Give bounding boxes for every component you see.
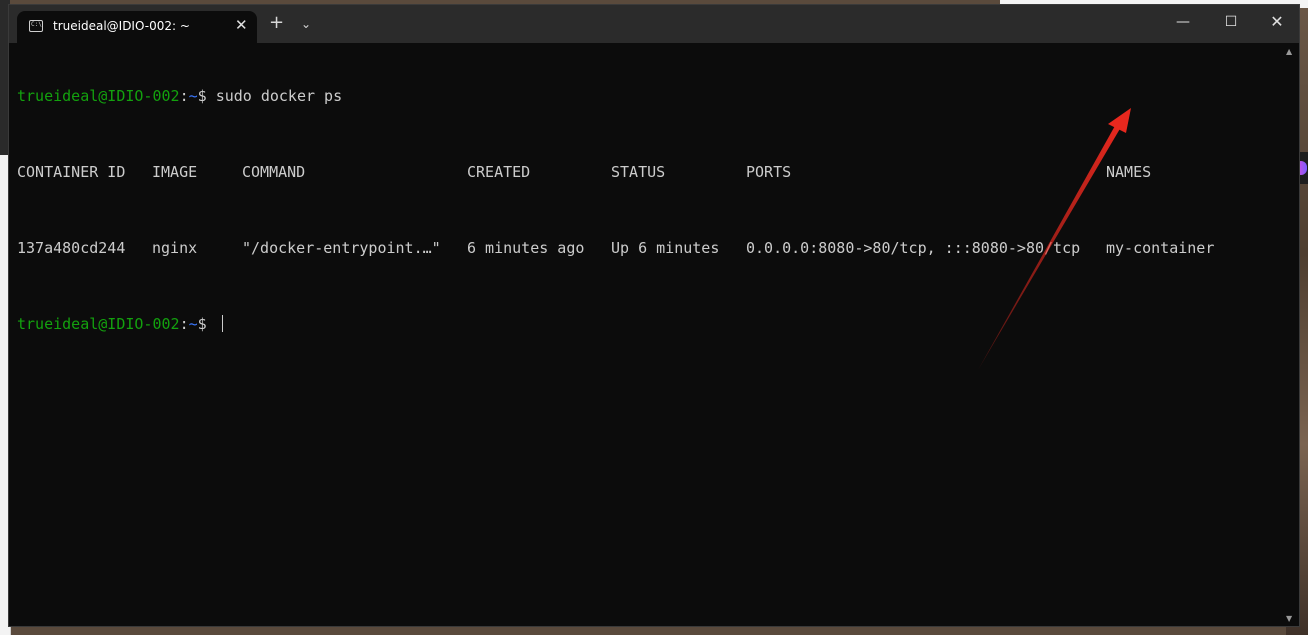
cell-image: nginx xyxy=(152,239,198,257)
close-tab-icon[interactable]: ✕ xyxy=(235,16,248,34)
cell-ports: 0.0.0.0:8080->80/tcp, :::8080->80/tcp xyxy=(746,239,1081,257)
cell-names: my-container xyxy=(1106,239,1215,257)
current-prompt-line[interactable]: trueideal@IDIO-002:~$ xyxy=(17,315,1277,334)
new-tab-button[interactable]: + xyxy=(269,13,284,33)
scrollbar[interactable]: ▲ ▼ xyxy=(1285,45,1295,625)
terminal-output[interactable]: trueideal@IDIO-002:~$ sudo docker ps CON… xyxy=(17,49,1277,372)
terminal-window: trueideal@IDIO-002: ~ ✕ + ⌄ — ☐ ✕ trueid… xyxy=(8,4,1300,627)
cell-container-id: 137a480cd244 xyxy=(17,239,126,257)
table-header: CONTAINER ID IMAGE COMMAND CREATED STATU… xyxy=(17,163,1277,182)
cell-status: Up 6 minutes xyxy=(611,239,720,257)
tab-title: trueideal@IDIO-002: ~ xyxy=(53,19,190,33)
header-created: CREATED xyxy=(467,163,531,181)
header-image: IMAGE xyxy=(152,163,198,181)
prompt-separator: : xyxy=(179,315,189,333)
prompt-path: ~ xyxy=(188,315,198,333)
terminal-icon xyxy=(29,20,43,32)
cell-command: "/docker-entrypoint.…" xyxy=(242,239,441,257)
header-names: NAMES xyxy=(1106,163,1152,181)
header-container-id: CONTAINER ID xyxy=(17,163,126,181)
scroll-down-icon[interactable]: ▼ xyxy=(1286,614,1292,623)
maximize-button[interactable]: ☐ xyxy=(1221,13,1241,31)
prompt-user: trueideal@IDIO-002 xyxy=(17,315,180,333)
prompt-symbol: $ xyxy=(197,315,216,333)
prompt-path: ~ xyxy=(188,87,198,105)
command-text: sudo docker ps xyxy=(215,87,343,105)
cell-created: 6 minutes ago xyxy=(467,239,585,257)
prompt-separator: : xyxy=(179,87,189,105)
chevron-down-icon[interactable]: ⌄ xyxy=(301,15,311,33)
header-status: STATUS xyxy=(611,163,666,181)
command-line: trueideal@IDIO-002:~$ sudo docker ps xyxy=(17,87,1277,106)
tab-terminal[interactable]: trueideal@IDIO-002: ~ ✕ xyxy=(17,11,257,43)
scroll-up-icon[interactable]: ▲ xyxy=(1286,47,1292,56)
header-command: COMMAND xyxy=(242,163,306,181)
prompt-symbol: $ xyxy=(197,87,216,105)
title-bar: trueideal@IDIO-002: ~ ✕ + ⌄ — ☐ ✕ xyxy=(9,5,1299,43)
prompt-user: trueideal@IDIO-002 xyxy=(17,87,180,105)
header-ports: PORTS xyxy=(746,163,792,181)
table-row: 137a480cd244 nginx "/docker-entrypoint.…… xyxy=(17,239,1277,258)
text-cursor xyxy=(221,315,223,332)
minimize-button[interactable]: — xyxy=(1173,13,1193,31)
close-button[interactable]: ✕ xyxy=(1267,13,1287,31)
